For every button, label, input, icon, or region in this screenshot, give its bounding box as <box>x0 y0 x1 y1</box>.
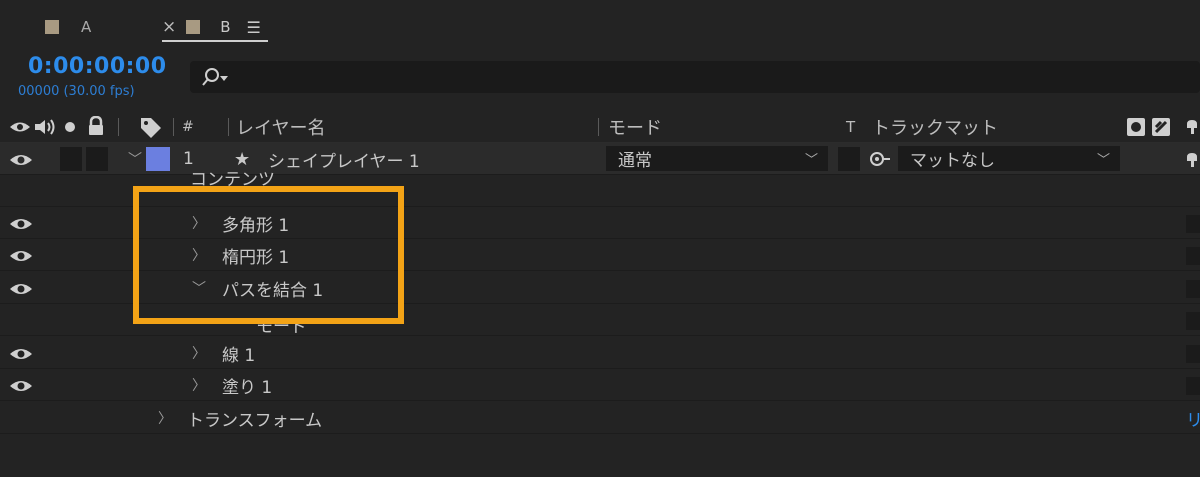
property-stub <box>1186 215 1200 233</box>
audio-icon[interactable] <box>33 118 57 136</box>
transform-label[interactable]: トランスフォーム <box>187 402 322 434</box>
current-time-display[interactable]: 0:00:00:00 <box>28 54 167 79</box>
panel-menu-icon[interactable]: ☰ <box>247 18 261 37</box>
column-divider <box>598 118 599 136</box>
matte-link-icon[interactable] <box>868 150 892 168</box>
search-field[interactable] <box>190 61 1200 93</box>
switch-icon[interactable] <box>1185 118 1200 136</box>
frame-count-display: 00000 (30.00 fps) <box>18 84 135 99</box>
property-stub <box>1186 247 1200 265</box>
chevron-down-icon[interactable]: ﹀ <box>128 143 142 175</box>
mode-column-header[interactable]: モード <box>608 110 662 143</box>
solo-icon[interactable] <box>63 120 77 134</box>
highlight-annotation-box <box>133 186 404 324</box>
chevron-right-icon[interactable]: 〉 <box>158 402 172 434</box>
column-divider <box>173 118 174 136</box>
fill-row[interactable]: 〉 塗り 1 <box>0 369 1200 401</box>
fill-label[interactable]: 塗り 1 <box>222 369 272 401</box>
track-matte-value: マットなし <box>910 151 995 171</box>
stroke-row[interactable]: 〉 線 1 <box>0 337 1200 369</box>
property-stub <box>1186 377 1200 395</box>
mask-icon[interactable] <box>1126 117 1146 137</box>
tab-a-label: A <box>81 18 92 36</box>
chevron-right-icon[interactable]: 〉 <box>192 337 206 369</box>
eye-icon[interactable] <box>8 152 34 168</box>
eye-icon[interactable] <box>8 248 34 264</box>
eye-icon[interactable] <box>8 346 34 362</box>
reset-link[interactable]: リ <box>1186 402 1200 434</box>
transform-row[interactable]: 〉 トランスフォーム リ <box>0 402 1200 434</box>
property-stub <box>1186 345 1200 363</box>
search-icon[interactable] <box>200 66 230 88</box>
solo-toggle[interactable] <box>60 147 82 171</box>
eye-icon[interactable] <box>8 216 34 232</box>
panel-tab-bar: A × B ☰ <box>0 0 1200 46</box>
tab-b-label: B <box>220 18 231 36</box>
preserve-transparency-toggle[interactable] <box>838 147 860 171</box>
close-icon[interactable]: × <box>162 17 176 37</box>
chevron-right-icon[interactable]: 〉 <box>192 369 206 401</box>
label-tag-icon[interactable] <box>139 116 163 138</box>
property-stub <box>1186 312 1200 330</box>
active-tab-underline <box>162 40 268 42</box>
layer-name[interactable]: シェイプレイヤー 1 <box>268 143 420 175</box>
preserve-transparency-icon[interactable] <box>1151 117 1171 137</box>
property-stub <box>1186 280 1200 298</box>
layer-column-header: # レイヤー名 モード T トラックマット <box>0 110 1200 143</box>
track-matte-column-header[interactable]: トラックマット <box>872 110 998 143</box>
label-color-swatch[interactable] <box>146 147 170 171</box>
mode-value: 通常 <box>618 151 652 171</box>
chevron-down-icon: ﹀ <box>804 153 818 168</box>
mode-dropdown[interactable]: 通常 ﹀ <box>606 146 828 171</box>
layer-row[interactable]: ﹀ 1 ★ シェイプレイヤー 1 通常 ﹀ マットなし ﹀ <box>0 143 1200 175</box>
tab-b[interactable]: × B ☰ <box>162 12 261 42</box>
number-column-header[interactable]: # <box>182 110 194 143</box>
comp-swatch-icon <box>45 20 59 34</box>
eye-icon[interactable] <box>8 281 34 297</box>
tab-a[interactable]: A <box>45 12 91 42</box>
column-divider <box>228 118 229 136</box>
eye-icon[interactable] <box>9 120 31 134</box>
t-column-header[interactable]: T <box>846 110 855 143</box>
switch-icon[interactable] <box>1185 151 1200 169</box>
lock-toggle[interactable] <box>86 147 108 171</box>
track-matte-dropdown[interactable]: マットなし ﹀ <box>898 146 1120 171</box>
eye-icon[interactable] <box>8 378 34 394</box>
lock-icon[interactable] <box>87 116 105 136</box>
stroke-label[interactable]: 線 1 <box>222 337 255 369</box>
comp-swatch-icon <box>186 20 201 34</box>
chevron-down-icon: ﹀ <box>1096 153 1110 168</box>
layer-name-column-header[interactable]: レイヤー名 <box>236 110 325 143</box>
column-divider <box>118 118 119 136</box>
